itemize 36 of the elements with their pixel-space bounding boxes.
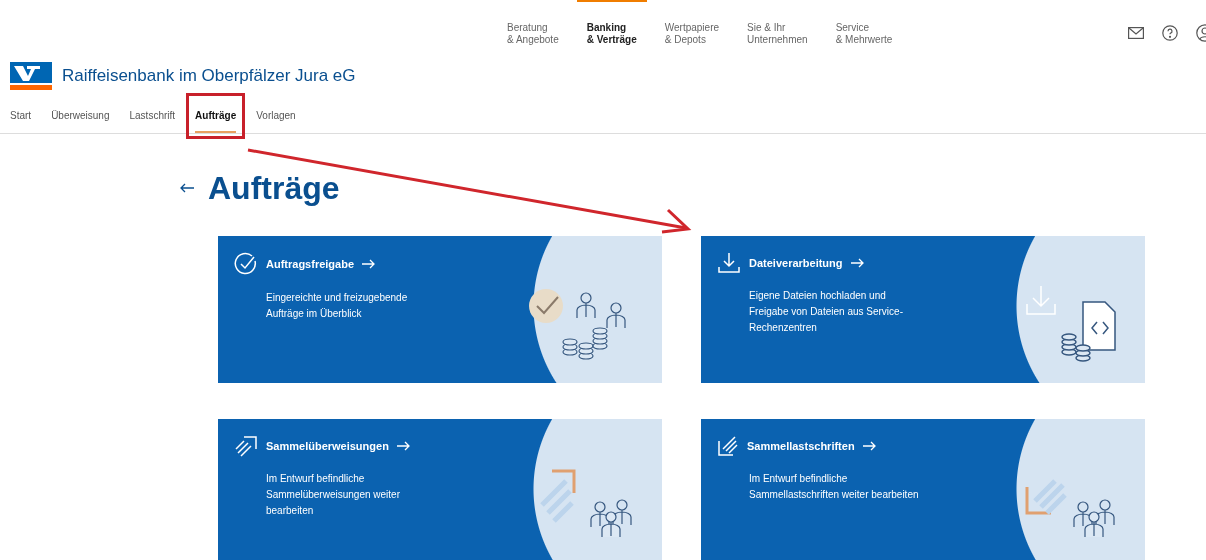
back-arrow-icon[interactable] [180, 183, 194, 193]
page-title: Aufträge [208, 169, 340, 208]
tab[interactable]: Lastschrift [129, 108, 176, 133]
download-icon [717, 252, 741, 274]
arrow-right-icon [362, 259, 376, 269]
service-card[interactable]: Auftragsfreigabe Eingereichte und freizugebende Aufträge im Überblick [218, 236, 662, 383]
card-title[interactable]: Sammellastschriften [747, 437, 855, 455]
top-nav-item[interactable]: Beratung & Angebote [497, 0, 569, 54]
top-nav-item[interactable]: Wertpapiere & Depots [654, 0, 730, 54]
card-description: Eigene Dateien hochladen und Freigabe von Dateien aus Service-Rechenzentren [749, 289, 904, 335]
diagonal-arrow-icon [717, 435, 739, 457]
tab[interactable]: Start [10, 108, 32, 133]
bank-logo [10, 62, 52, 90]
tab[interactable]: Überweisung [51, 108, 110, 133]
bank-name: Raiffeisenbank im Oberpfälzer Jura eG [62, 65, 356, 88]
help-icon[interactable] [1162, 25, 1178, 41]
service-card[interactable]: Sammellastschriften Im Entwurf befindliche Sammellastschriften weiter bearbeiten [701, 419, 1145, 560]
arrow-right-icon [850, 258, 864, 268]
top-nav-item[interactable]: Service & Mehrwerte [825, 0, 903, 54]
card-title[interactable]: Sammelüberweisungen [266, 437, 389, 455]
service-card[interactable]: Sammelüberweisungen Im Entwurf befindliche Sammelüberweisungen weiter bearbeiten [218, 419, 662, 560]
card-title[interactable]: Auftragsfreigabe [266, 255, 355, 273]
tab[interactable]: Vorlagen [256, 108, 296, 133]
card-description: Im Entwurf befindliche Sammellastschriften weiter bearbeiten [749, 472, 920, 502]
mail-icon[interactable] [1128, 27, 1144, 39]
card-title[interactable]: Dateiverarbeitung [749, 254, 843, 272]
service-card[interactable]: Dateiverarbeitung Eigene Dateien hochladen und Freigabe von Dateien aus Service-Rechenzentren [701, 236, 1145, 383]
card-description: Im Entwurf befindliche Sammelüberweisungen weiter bearbeiten [266, 472, 401, 518]
top-nav-item[interactable]: Sie & Ihr Unternehmen [737, 0, 818, 54]
check-circle-icon [234, 252, 258, 276]
card-description: Eingereichte und freizugebende Aufträge im Überblick [266, 291, 409, 321]
arrow-right-icon [862, 441, 876, 451]
top-nav-item[interactable]: Banking & Verträge [576, 0, 647, 54]
diagonal-arrow-icon [234, 435, 258, 457]
arrow-right-icon [396, 441, 410, 451]
tab[interactable]: Aufträge [195, 108, 237, 133]
